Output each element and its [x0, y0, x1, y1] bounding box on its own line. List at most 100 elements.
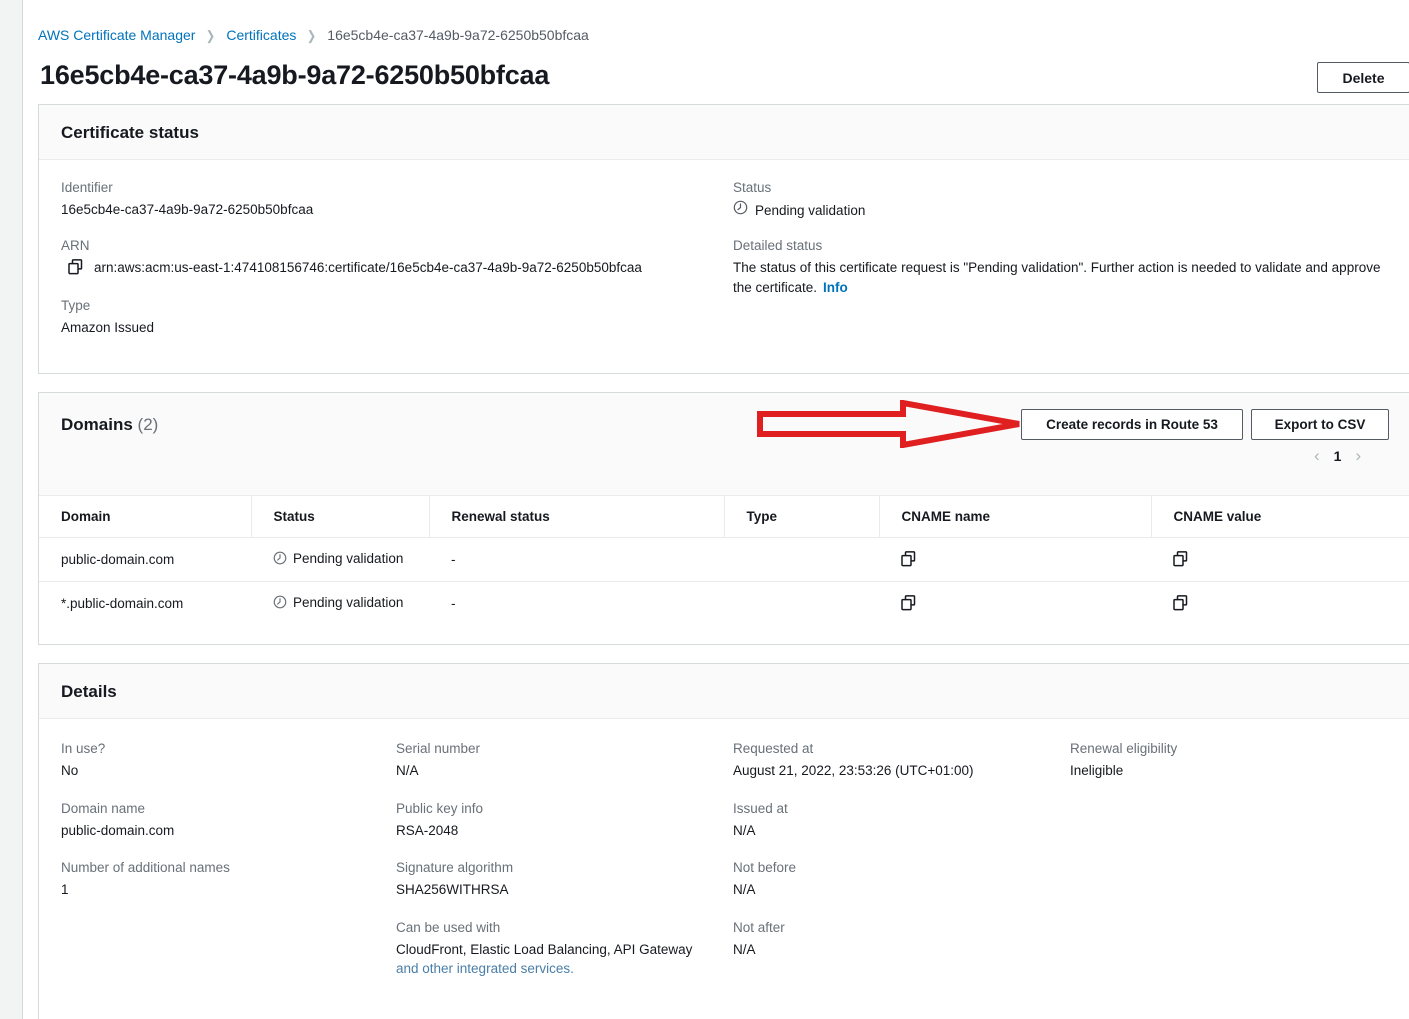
domains-header: Domains (2) Create records in Route 53 E… [39, 393, 1409, 496]
additional-names-field: Number of additional names 1 [61, 860, 381, 900]
breadcrumb-item-current: 16e5cb4e-ca37-4a9b-9a72-6250b50bfcaa [327, 27, 589, 43]
certificate-status-left-column: Identifier 16e5cb4e-ca37-4a9b-9a72-6250b… [61, 180, 721, 337]
delete-button[interactable]: Delete [1317, 62, 1409, 93]
details-column-3: Requested at August 21, 2022, 23:53:26 (… [733, 741, 1053, 979]
arn-label: ARN [61, 237, 90, 253]
type-field: Type Amazon Issued [61, 298, 721, 338]
cell-cname-name [879, 582, 1151, 626]
column-header-domain[interactable]: Domain [39, 496, 251, 538]
domains-card: Domains (2) Create records in Route 53 E… [38, 392, 1409, 645]
renewal-eligibility-field: Renewal eligibility Ineligible [1070, 741, 1390, 781]
copy-icon[interactable] [68, 258, 83, 280]
column-header-renewal-status[interactable]: Renewal status [428, 496, 724, 538]
info-link[interactable]: Info [823, 280, 848, 295]
type-label: Type [61, 297, 91, 313]
status-label: Status [733, 180, 772, 195]
details-card: Details In use? No Domain name public-do… [38, 663, 1409, 1019]
identifier-label: Identifier [61, 180, 113, 195]
pagination-prev-icon[interactable]: ‹ [1314, 447, 1320, 464]
detailed-status-label: Detailed status [733, 238, 823, 253]
signature-algorithm-value: SHA256WITHRSA [396, 882, 509, 898]
not-after-value: N/A [733, 941, 756, 957]
requested-at-field: Requested at August 21, 2022, 23:53:26 (… [733, 741, 1053, 781]
breadcrumb: AWS Certificate Manager ❯ Certificates ❯… [38, 27, 589, 43]
certificate-status-title: Certificate status [61, 123, 199, 142]
serial-number-label: Serial number [396, 741, 481, 756]
renewal-eligibility-value: Ineligible [1070, 763, 1124, 778]
pagination-next-icon[interactable]: › [1355, 447, 1361, 464]
can-be-used-with-field: Can be used with CloudFront, Elastic Loa… [396, 920, 716, 979]
public-key-info-value: RSA-2048 [396, 822, 459, 838]
cell-renewal-status: - [451, 596, 456, 612]
cell-cname-name [879, 537, 1151, 583]
domain-name-value: public-domain.com [61, 822, 175, 838]
table-header-row: Domain Status Renewal status Type CNAME … [39, 496, 1409, 538]
domains-title-text: Domains [61, 415, 133, 434]
copy-icon[interactable] [901, 550, 1151, 570]
chevron-right-icon: ❯ [206, 27, 216, 43]
export-to-csv-button[interactable]: Export to CSV [1251, 409, 1389, 440]
clock-icon [273, 551, 287, 570]
breadcrumb-item-certificates[interactable]: Certificates [226, 27, 296, 43]
details-body: In use? No Domain name public-domain.com… [39, 719, 1409, 1014]
requested-at-label: Requested at [733, 741, 814, 756]
issued-at-field: Issued at N/A [733, 801, 1053, 841]
signature-algorithm-field: Signature algorithm SHA256WITHRSA [396, 860, 716, 900]
requested-at-value: August 21, 2022, 23:53:26 (UTC+01:00) [733, 763, 974, 778]
pagination: ‹ 1 › [1314, 447, 1361, 464]
domain-name-field: Domain name public-domain.com [61, 801, 381, 841]
table-row: public-domain.com Pending validation - [39, 537, 1409, 583]
not-after-label: Not after [733, 919, 785, 935]
cell-cname-value [1151, 582, 1409, 626]
certificate-status-header: Certificate status [39, 105, 1409, 160]
details-column-2: Serial number N/A Public key info RSA-20… [396, 741, 716, 999]
domains-count: (2) [137, 415, 159, 434]
table-row: *.public-domain.com Pending validation - [39, 582, 1409, 626]
certificate-status-body: Identifier 16e5cb4e-ca37-4a9b-9a72-6250b… [39, 160, 1409, 365]
cell-status-text: Pending validation [293, 551, 404, 566]
serial-number-field: Serial number N/A [396, 741, 716, 781]
cell-status: Pending validation [251, 582, 429, 626]
certificate-status-card: Certificate status Identifier 16e5cb4e-c… [38, 104, 1409, 374]
cell-renewal-status: - [429, 537, 724, 583]
cell-type [724, 582, 879, 626]
create-records-in-route53-button[interactable]: Create records in Route 53 [1021, 409, 1243, 440]
page-title: 16e5cb4e-ca37-4a9b-9a72-6250b50bfcaa [40, 60, 550, 90]
details-header: Details [39, 664, 1409, 719]
domains-table-body: public-domain.com Pending validation - *… [39, 537, 1409, 626]
public-key-info-label: Public key info [396, 800, 484, 816]
clock-icon [273, 595, 287, 614]
details-column-4: Renewal eligibility Ineligible [1070, 741, 1390, 801]
copy-icon[interactable] [1173, 550, 1409, 570]
identifier-value: 16e5cb4e-ca37-4a9b-9a72-6250b50bfcaa [61, 202, 314, 217]
can-be-used-with-label: Can be used with [396, 919, 501, 935]
column-header-status[interactable]: Status [250, 496, 429, 538]
not-after-field: Not after N/A [733, 920, 1053, 960]
left-gutter [0, 0, 23, 1019]
in-use-label: In use? [61, 741, 106, 756]
public-key-info-field: Public key info RSA-2048 [396, 801, 716, 841]
arn-value: arn:aws:acm:us-east-1:474108156746:certi… [94, 259, 642, 275]
details-title: Details [61, 682, 117, 701]
copy-icon[interactable] [1173, 594, 1409, 614]
cell-cname-value [1151, 537, 1409, 583]
cell-status: Pending validation [251, 537, 429, 583]
not-before-label: Not before [733, 860, 797, 876]
breadcrumb-item-service[interactable]: AWS Certificate Manager [38, 27, 195, 43]
copy-icon[interactable] [901, 594, 1151, 614]
issued-at-label: Issued at [733, 800, 788, 816]
domains-title: Domains (2) [61, 415, 158, 435]
column-header-cname-name[interactable]: CNAME name [878, 496, 1151, 538]
in-use-value: No [61, 763, 79, 778]
status-badge: Pending validation [733, 200, 1393, 220]
cell-type [724, 537, 879, 583]
pagination-page-1[interactable]: 1 [1334, 448, 1342, 464]
column-header-cname-value[interactable]: CNAME value [1150, 496, 1409, 538]
additional-names-value: 1 [61, 882, 69, 898]
integrated-services-link[interactable]: and other integrated services. [396, 961, 574, 976]
column-header-type[interactable]: Type [723, 496, 879, 538]
certificate-status-right-column: Status Pending validation Detailed statu… [733, 180, 1393, 297]
domains-table: Domain Status Renewal status Type CNAME … [39, 496, 1409, 625]
acm-certificate-detail-page: AWS Certificate Manager ❯ Certificates ❯… [0, 0, 1409, 1019]
not-before-value: N/A [733, 882, 756, 898]
